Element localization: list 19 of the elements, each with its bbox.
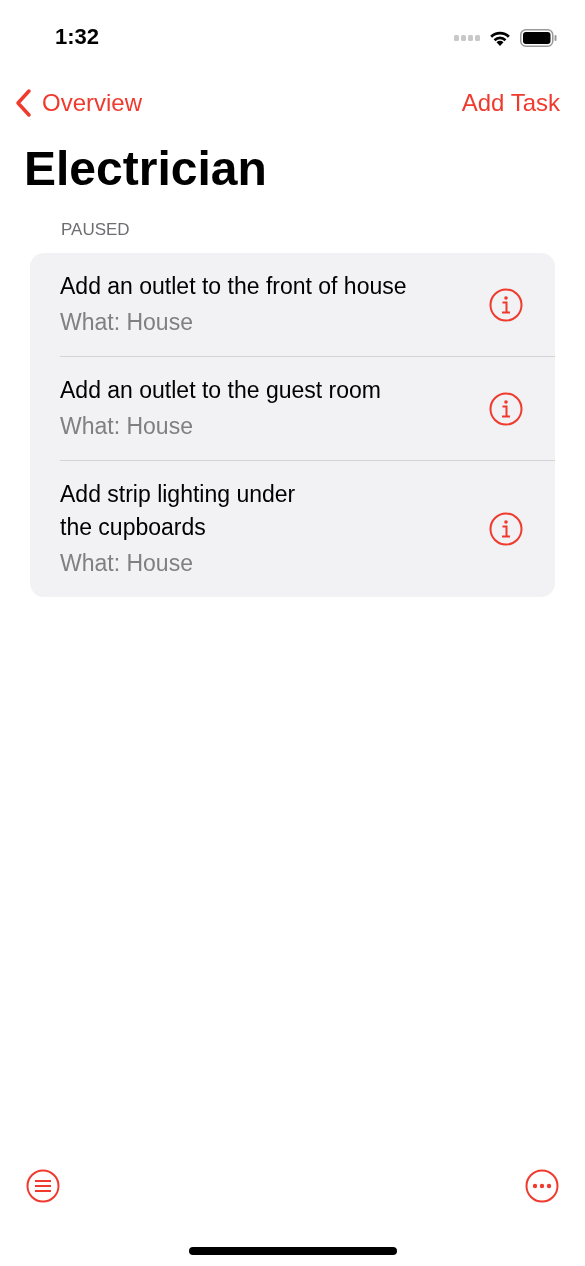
- status-time: 1:32: [55, 23, 100, 51]
- task-title: Add an outlet to the guest room: [60, 376, 381, 405]
- battery-icon: [520, 28, 557, 47]
- add-task-button[interactable]: Add Task: [461, 85, 560, 121]
- section-header: PAUSED: [60, 219, 131, 241]
- info-icon[interactable]: [489, 512, 523, 546]
- chevron-left-icon: [14, 88, 32, 118]
- page-title: Electrician: [23, 141, 268, 197]
- more-icon[interactable]: [525, 1169, 559, 1203]
- task-subtitle: What: House: [60, 549, 194, 578]
- signal-icon: [454, 34, 480, 41]
- task-title: Add strip lighting under the cupboards: [60, 480, 296, 542]
- list-icon[interactable]: [26, 1169, 60, 1203]
- back-button[interactable]: Overview: [14, 85, 143, 121]
- task-subtitle: What: House: [60, 308, 194, 337]
- task-title: Add an outlet to the front of house: [60, 272, 407, 301]
- info-icon[interactable]: [489, 287, 523, 322]
- task-subtitle: What: House: [60, 412, 194, 441]
- info-icon[interactable]: [489, 391, 523, 426]
